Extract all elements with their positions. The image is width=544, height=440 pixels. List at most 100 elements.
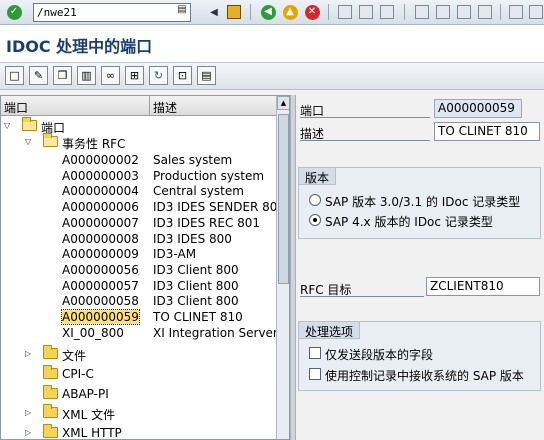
next-page-button[interactable]	[454, 2, 474, 22]
last-page-button[interactable]	[475, 2, 495, 22]
details-button[interactable]: ▤	[197, 66, 216, 85]
version-3x-label: SAP 版本 3.0/3.1 的 IDoc 记录类型	[325, 195, 521, 209]
find-next-button[interactable]	[377, 2, 397, 22]
port-id: A000000056	[62, 262, 139, 277]
port-description: TO CLINET 810	[153, 310, 243, 324]
copy-button[interactable]: ❐	[53, 66, 72, 85]
cancel-button[interactable]: ✕	[302, 2, 322, 22]
find-tree-button[interactable]: ∞	[101, 66, 120, 85]
hierarchy-icon: ⊞	[129, 69, 140, 82]
first-page-icon	[415, 5, 429, 19]
tree-folder-row[interactable]: CPI-C	[1, 364, 276, 382]
tree-folder-row[interactable]: ▷ XML HTTP	[1, 424, 276, 440]
find-icon	[359, 5, 373, 19]
tree-folder-row[interactable]: ABAP-PI	[1, 384, 276, 402]
refresh-icon: ↻	[153, 69, 164, 82]
history-back-button[interactable]: ◀	[204, 2, 224, 22]
collapse-icon[interactable]: ▷	[25, 349, 34, 358]
command-history-icon[interactable]: ▤	[176, 4, 188, 19]
tree-node-root[interactable]: ▽ 端口	[1, 117, 276, 135]
port-description: Sales system	[153, 153, 233, 167]
exit-button[interactable]: ▲	[280, 2, 300, 22]
save-button[interactable]	[224, 2, 244, 22]
tree-node-transactional-rfc[interactable]: ▽ 事务性 RFC	[1, 133, 276, 151]
tree-port-row[interactable]: A000000006 ID3 IDES SENDER 802	[1, 199, 285, 215]
folder-open-icon	[43, 133, 58, 147]
back-icon: ◀	[260, 4, 276, 20]
tree-port-row[interactable]: XI_00_800 XI Integration Server	[1, 325, 278, 341]
port-id: A000000009	[62, 247, 139, 262]
port-id: A000000058	[62, 294, 139, 309]
processing-options-group: 处理选项 仅发送段版本的字段 使用控制记录中接收系统的 SAP 版本	[298, 321, 541, 391]
port-description: Central system	[153, 184, 244, 199]
version-4x-label: SAP 4.x 版本的 IDoc 记录类型	[325, 215, 493, 229]
next-page-icon	[457, 5, 471, 19]
port-description: Production system	[153, 168, 265, 183]
trash-icon: ▥	[81, 69, 92, 82]
command-field[interactable]: /nwe21	[33, 3, 191, 22]
tree-port-row[interactable]: A000000056 ID3 Client 800	[1, 262, 276, 278]
find-button[interactable]	[356, 2, 376, 22]
port-description: ID3 Client 800	[153, 262, 239, 277]
port-id: A000000002	[62, 153, 139, 167]
tree-header: 端口 描述	[1, 96, 276, 116]
collapse-icon[interactable]: ▷	[25, 428, 34, 437]
radio-icon	[309, 194, 321, 206]
description-field[interactable]: TO CLINET 810	[434, 122, 540, 141]
tree-node-label: 文件	[62, 349, 87, 363]
tree-folder-row[interactable]: ▷ 文件	[1, 345, 276, 363]
tree-port-row[interactable]: A000000058 ID3 Client 800	[1, 293, 276, 309]
rfc-destination-field[interactable]: ZCLIENT810	[426, 277, 540, 296]
port-description: ID3 IDES SENDER 802	[153, 200, 286, 215]
processing-options-title: 处理选项	[299, 322, 361, 339]
port-id: A000000003	[62, 168, 139, 183]
change-button[interactable]: ✎	[29, 66, 48, 85]
enter-button[interactable]: ✓	[4, 2, 24, 22]
delete-button[interactable]: ▥	[77, 66, 96, 85]
collapse-button[interactable]: ⊞	[125, 66, 144, 85]
port-field: A000000059	[434, 99, 522, 118]
tree-node-label: 事务性 RFC	[62, 137, 126, 151]
tree-port-row[interactable]: A000000057 ID3 Client 800	[1, 278, 276, 294]
tree-port-row[interactable]: A000000003 Production system	[1, 168, 276, 184]
shortcut-icon	[529, 5, 543, 19]
port-id: XI_00_800	[62, 325, 124, 340]
shortcut-button[interactable]	[526, 2, 544, 22]
tree-port-row[interactable]: A000000002 Sales system	[1, 152, 276, 168]
version-group: 版本 SAP 版本 3.0/3.1 的 IDoc 记录类型 SAP 4.x 版本…	[298, 167, 541, 239]
port-description: XI Integration Server	[153, 325, 278, 340]
create-icon: □	[9, 69, 20, 82]
copy-icon: ❐	[57, 69, 68, 82]
tree-node-label: XML HTTP	[62, 426, 122, 440]
last-page-icon	[478, 5, 492, 19]
expand-icon[interactable]: ▽	[4, 121, 13, 130]
print-button[interactable]	[335, 2, 355, 22]
new-session-button[interactable]	[506, 2, 526, 22]
first-page-button[interactable]	[412, 2, 432, 22]
tree-port-row[interactable]: A000000009 ID3-AM	[1, 246, 276, 262]
folder-icon	[43, 424, 58, 439]
expand-icon[interactable]: ▽	[25, 137, 34, 146]
scroll-up-icon[interactable]: ▲	[277, 96, 289, 110]
collapse-icon[interactable]: ▷	[25, 408, 34, 417]
tree-port-row[interactable]: A000000004 Central system	[1, 183, 276, 199]
column-header-port[interactable]: 端口	[4, 99, 28, 116]
tree-folder-row[interactable]: ▷ XML 文件	[1, 404, 276, 423]
tree-scrollbar[interactable]: ▲	[276, 96, 289, 439]
port-id: A000000007	[62, 215, 139, 230]
back-button[interactable]: ◀	[258, 2, 278, 22]
column-header-description[interactable]: 描述	[153, 99, 177, 116]
create-button[interactable]: □	[5, 66, 24, 85]
display-button[interactable]: ⊡	[173, 66, 192, 85]
folder-open-icon	[22, 117, 37, 131]
tree-port-row[interactable]: A000000007 ID3 IDES REC 801	[1, 215, 276, 231]
previous-page-button[interactable]	[433, 2, 453, 22]
cancel-icon: ✕	[304, 4, 320, 20]
tree-node-label: XML 文件	[62, 408, 116, 423]
scroll-thumb[interactable]	[278, 114, 289, 284]
tree-port-row[interactable]: A000000008 ID3 IDES 800	[1, 231, 276, 247]
previous-page-icon	[436, 5, 450, 19]
tree-port-row[interactable]: A000000059 TO CLINET 810	[1, 309, 276, 325]
print-icon	[338, 5, 352, 19]
refresh-button[interactable]: ↻	[149, 66, 168, 85]
